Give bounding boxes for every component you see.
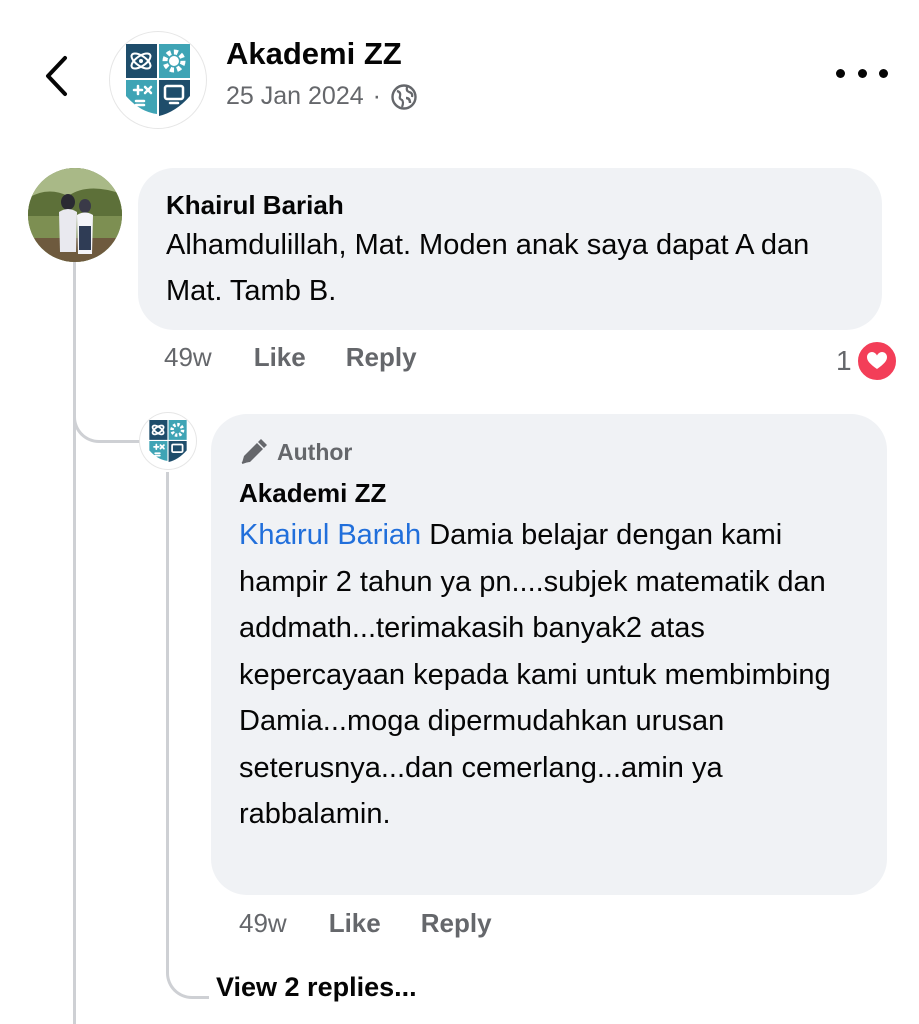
commenter-avatar[interactable] — [28, 168, 122, 262]
chevron-left-icon — [46, 56, 67, 96]
reply-body: Damia belajar dengan kami hampir 2 tahun… — [239, 519, 831, 830]
reaction-summary[interactable]: 1 — [836, 340, 898, 382]
reply-author-avatar[interactable] — [140, 413, 196, 469]
reply-author[interactable]: Akademi ZZ — [239, 476, 859, 510]
globe-icon — [391, 83, 417, 110]
reply-like-button[interactable]: Like — [329, 908, 381, 939]
pen-icon — [241, 439, 267, 464]
meta-separator: · — [372, 82, 381, 110]
comment-text: Alhamdulillah, Mat. Moden anak saya dapa… — [166, 229, 810, 307]
reply-time[interactable]: 49w — [239, 908, 287, 939]
mention-link[interactable]: Khairul Bariah — [239, 519, 421, 551]
reply-button[interactable]: Reply — [346, 342, 417, 373]
comment-bubble[interactable]: Khairul Bariah Alhamdulillah, Mat. Moden… — [138, 168, 882, 330]
akademi-logo-icon — [111, 33, 205, 127]
reply-thread-line-curve — [166, 940, 209, 999]
comment-author[interactable]: Khairul Bariah — [166, 188, 854, 222]
reply-bubble[interactable]: Author Akademi ZZ Khairul Bariah Damia b… — [211, 414, 887, 895]
comment-actions: 49w Like Reply — [164, 342, 457, 373]
comment-time[interactable]: 49w — [164, 342, 212, 373]
thread-line-curve — [73, 380, 142, 443]
reply-thread-line — [166, 472, 169, 952]
back-button[interactable] — [36, 52, 76, 100]
more-options-button[interactable] — [836, 58, 888, 88]
page-avatar[interactable] — [110, 32, 206, 128]
post-meta: 25 Jan 2024 · — [226, 82, 418, 111]
love-reaction-icon — [855, 340, 898, 382]
reply-text: Khairul Bariah Damia belajar dengan kami… — [239, 512, 859, 838]
post-date: 25 Jan 2024 — [226, 82, 364, 110]
reply-reply-button[interactable]: Reply — [421, 908, 492, 939]
like-button[interactable]: Like — [254, 342, 306, 373]
reply-actions: 49w Like Reply — [239, 908, 532, 939]
view-replies-link[interactable]: View 2 replies... — [216, 972, 417, 1003]
reaction-count: 1 — [836, 345, 852, 376]
thread-line — [73, 262, 76, 1024]
page-name[interactable]: Akademi ZZ — [226, 36, 402, 72]
avatar-photo — [28, 168, 122, 262]
author-badge: Author — [239, 434, 859, 470]
more-horizontal-icon — [836, 68, 845, 78]
akademi-logo-icon — [140, 413, 196, 469]
author-badge-label: Author — [277, 438, 353, 465]
